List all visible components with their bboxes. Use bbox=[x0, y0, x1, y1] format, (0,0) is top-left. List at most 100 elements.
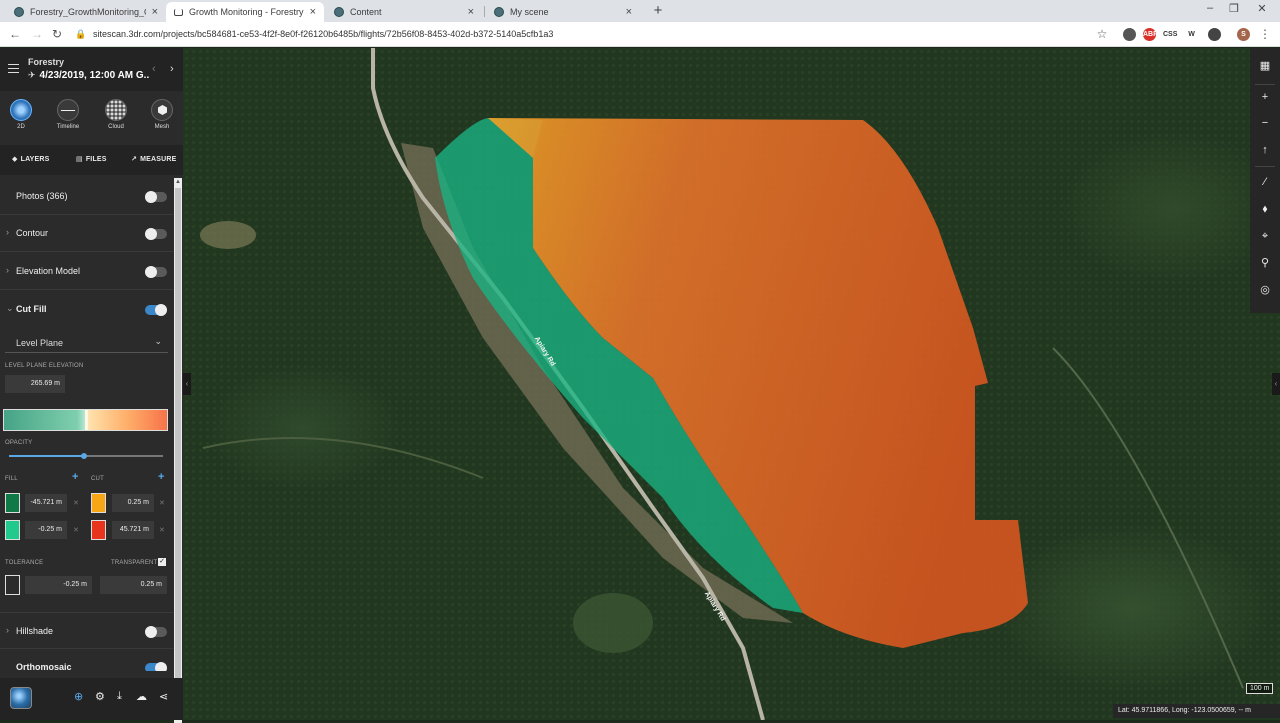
fill-value-input[interactable]: -45.721 m bbox=[25, 494, 67, 512]
close-icon[interactable]: × bbox=[626, 6, 632, 18]
adblock-icon[interactable]: ABP bbox=[1143, 28, 1158, 41]
remove-icon[interactable]: ✕ bbox=[159, 526, 165, 534]
prev-flight-icon[interactable]: ‹ bbox=[152, 63, 156, 75]
map-canvas[interactable]: Apiary Rd Apiary Rd ‹ ‹ bbox=[183, 48, 1280, 720]
scroll-up-icon[interactable]: ▲ bbox=[175, 179, 181, 185]
view-mesh-button[interactable]: Mesh bbox=[144, 99, 180, 130]
extension-icon[interactable] bbox=[1123, 28, 1136, 41]
tolerance-color-swatch[interactable] bbox=[5, 575, 20, 595]
target-icon[interactable]: ◎ bbox=[1250, 283, 1280, 296]
level-plane-input[interactable]: 265.69 m bbox=[5, 375, 65, 393]
close-icon[interactable]: × bbox=[468, 6, 474, 18]
hillshade-toggle[interactable] bbox=[145, 626, 167, 638]
flight-selector[interactable]: ✈ 4/23/2019, 12:00 AM G.. bbox=[28, 70, 149, 81]
sidebar-scrollbar[interactable]: ▲ ▼ bbox=[174, 178, 182, 723]
hamburger-menu-icon[interactable] bbox=[8, 64, 19, 73]
transparent-checkbox[interactable]: ✓ bbox=[158, 558, 166, 566]
remove-icon[interactable]: ✕ bbox=[159, 499, 165, 507]
bookmark-star-icon[interactable]: ☆ bbox=[1095, 27, 1109, 41]
maximize-icon[interactable]: ❐ bbox=[1224, 2, 1244, 15]
cut-value-input[interactable]: 0.25 m bbox=[112, 494, 154, 512]
profile-avatar[interactable]: S bbox=[1237, 28, 1250, 41]
volume-icon[interactable]: ⬧ bbox=[1250, 203, 1280, 216]
download-icon[interactable]: ⤓ bbox=[117, 690, 122, 703]
cut-value-input[interactable]: 45.721 m bbox=[112, 521, 154, 539]
layer-photos[interactable]: Photos (366) bbox=[0, 178, 173, 215]
layer-orthomosaic[interactable]: Orthomosaic bbox=[0, 649, 173, 671]
view-cloud-button[interactable]: Cloud bbox=[98, 99, 134, 130]
photos-toggle[interactable] bbox=[145, 191, 167, 203]
tab-files[interactable]: ▤ FILES bbox=[76, 155, 107, 163]
remove-icon[interactable]: ✕ bbox=[73, 526, 79, 534]
cut-color-swatch[interactable] bbox=[91, 520, 106, 540]
location-pin-icon[interactable]: ⌖ bbox=[1250, 230, 1280, 243]
compass-north-icon[interactable]: ↑ bbox=[1250, 144, 1280, 156]
tab-measure[interactable]: ↗ MEASURE bbox=[131, 155, 176, 163]
forward-arrow-icon[interactable]: → bbox=[30, 27, 44, 41]
process-icon[interactable]: ⚙ bbox=[95, 690, 105, 703]
zoom-in-icon[interactable]: + bbox=[1250, 91, 1280, 103]
add-cut-icon[interactable]: + bbox=[158, 471, 164, 483]
minimize-icon[interactable]: – bbox=[1200, 2, 1220, 14]
chevron-right-icon[interactable]: › bbox=[6, 625, 9, 635]
globe-icon bbox=[14, 7, 24, 17]
orthomosaic-toggle[interactable] bbox=[145, 662, 167, 671]
view-timeline-button[interactable]: Timeline bbox=[50, 99, 86, 130]
flight-date: 4/23/2019, 12:00 AM G.. bbox=[39, 70, 150, 81]
fill-color-swatch[interactable] bbox=[5, 493, 20, 513]
browser-tab-growth[interactable]: Growth Monitoring - Forestry | 3D × bbox=[166, 2, 324, 22]
reload-icon[interactable]: ↻ bbox=[50, 27, 64, 41]
add-fill-icon[interactable]: + bbox=[72, 471, 78, 483]
extension-icon[interactable] bbox=[1208, 28, 1221, 41]
back-arrow-icon[interactable]: ← bbox=[8, 27, 22, 41]
tab-layers[interactable]: ◆ LAYERS bbox=[12, 155, 50, 163]
layer-elevation-model[interactable]: › Elevation Model bbox=[0, 253, 173, 290]
cloud-upload-icon[interactable]: ☁ bbox=[136, 690, 147, 703]
measure-line-icon[interactable]: ⁄ bbox=[1250, 176, 1280, 188]
new-tab-button[interactable]: + bbox=[651, 2, 665, 19]
layer-hillshade[interactable]: › Hillshade bbox=[0, 612, 173, 649]
share-icon[interactable]: ⋖ bbox=[159, 690, 168, 703]
fill-color-swatch[interactable] bbox=[5, 520, 20, 540]
w-extension-icon[interactable]: W bbox=[1185, 28, 1198, 41]
mesh-icon bbox=[151, 99, 173, 121]
close-icon[interactable]: × bbox=[152, 6, 158, 18]
elevation-toggle[interactable] bbox=[145, 266, 167, 278]
browser-tab-content[interactable]: Content × bbox=[326, 2, 482, 22]
browser-tab-ortho[interactable]: Forestry_GrowthMonitoring_Ortho × bbox=[6, 2, 166, 22]
layer-contour[interactable]: › Contour bbox=[0, 215, 173, 252]
cutfill-toggle[interactable] bbox=[145, 304, 167, 316]
address-bar: ← → ↻ 🔒 sitescan.3dr.com/projects/bc5846… bbox=[0, 22, 1280, 47]
chevron-down-icon[interactable]: ⌄ bbox=[6, 303, 14, 314]
cut-color-swatch[interactable] bbox=[91, 493, 106, 513]
scrollbar-thumb[interactable] bbox=[175, 188, 181, 708]
zoom-out-icon[interactable]: − bbox=[1250, 117, 1280, 129]
fill-value-input[interactable]: -0.25 m bbox=[25, 521, 67, 539]
contour-toggle[interactable] bbox=[145, 228, 167, 240]
basemap-icon[interactable]: ▦ bbox=[1250, 59, 1280, 72]
opacity-slider-knob[interactable] bbox=[81, 453, 87, 459]
remove-icon[interactable]: ✕ bbox=[73, 499, 79, 507]
app-logo-icon[interactable] bbox=[10, 687, 32, 709]
tolerance-low-input[interactable]: -0.25 m bbox=[25, 576, 92, 594]
marker-icon[interactable]: ⚲ bbox=[1250, 256, 1280, 269]
menu-kebab-icon[interactable]: ⋮ bbox=[1258, 27, 1272, 41]
browser-tab-myscene[interactable]: My scene × bbox=[486, 2, 640, 22]
css-extension-icon[interactable]: CSS bbox=[1163, 28, 1177, 41]
chevron-right-icon[interactable]: › bbox=[6, 265, 9, 275]
collapse-panel-handle[interactable]: ‹ bbox=[1272, 373, 1280, 395]
tolerance-high-input[interactable]: 0.25 m bbox=[100, 576, 167, 594]
view-2d-button[interactable]: 2D bbox=[3, 99, 39, 130]
chevron-right-icon[interactable]: › bbox=[6, 227, 9, 237]
project-name[interactable]: Forestry bbox=[28, 57, 64, 67]
url-field[interactable]: sitescan.3dr.com/projects/bc584681-ce53-… bbox=[93, 29, 553, 39]
map-drawing bbox=[200, 48, 1244, 720]
layer-cut-fill[interactable]: ⌄ Cut Fill bbox=[0, 291, 173, 328]
add-layer-icon[interactable]: ⊕ bbox=[74, 690, 83, 703]
drone-icon: ✈ bbox=[28, 70, 36, 80]
collapse-sidebar-handle[interactable]: ‹ bbox=[183, 373, 191, 395]
window-close-icon[interactable]: ✕ bbox=[1252, 2, 1272, 15]
next-flight-icon[interactable]: › bbox=[170, 63, 174, 75]
cutfill-mode-select[interactable]: Level Plane ⌄ bbox=[5, 333, 168, 353]
close-icon[interactable]: × bbox=[310, 6, 316, 18]
